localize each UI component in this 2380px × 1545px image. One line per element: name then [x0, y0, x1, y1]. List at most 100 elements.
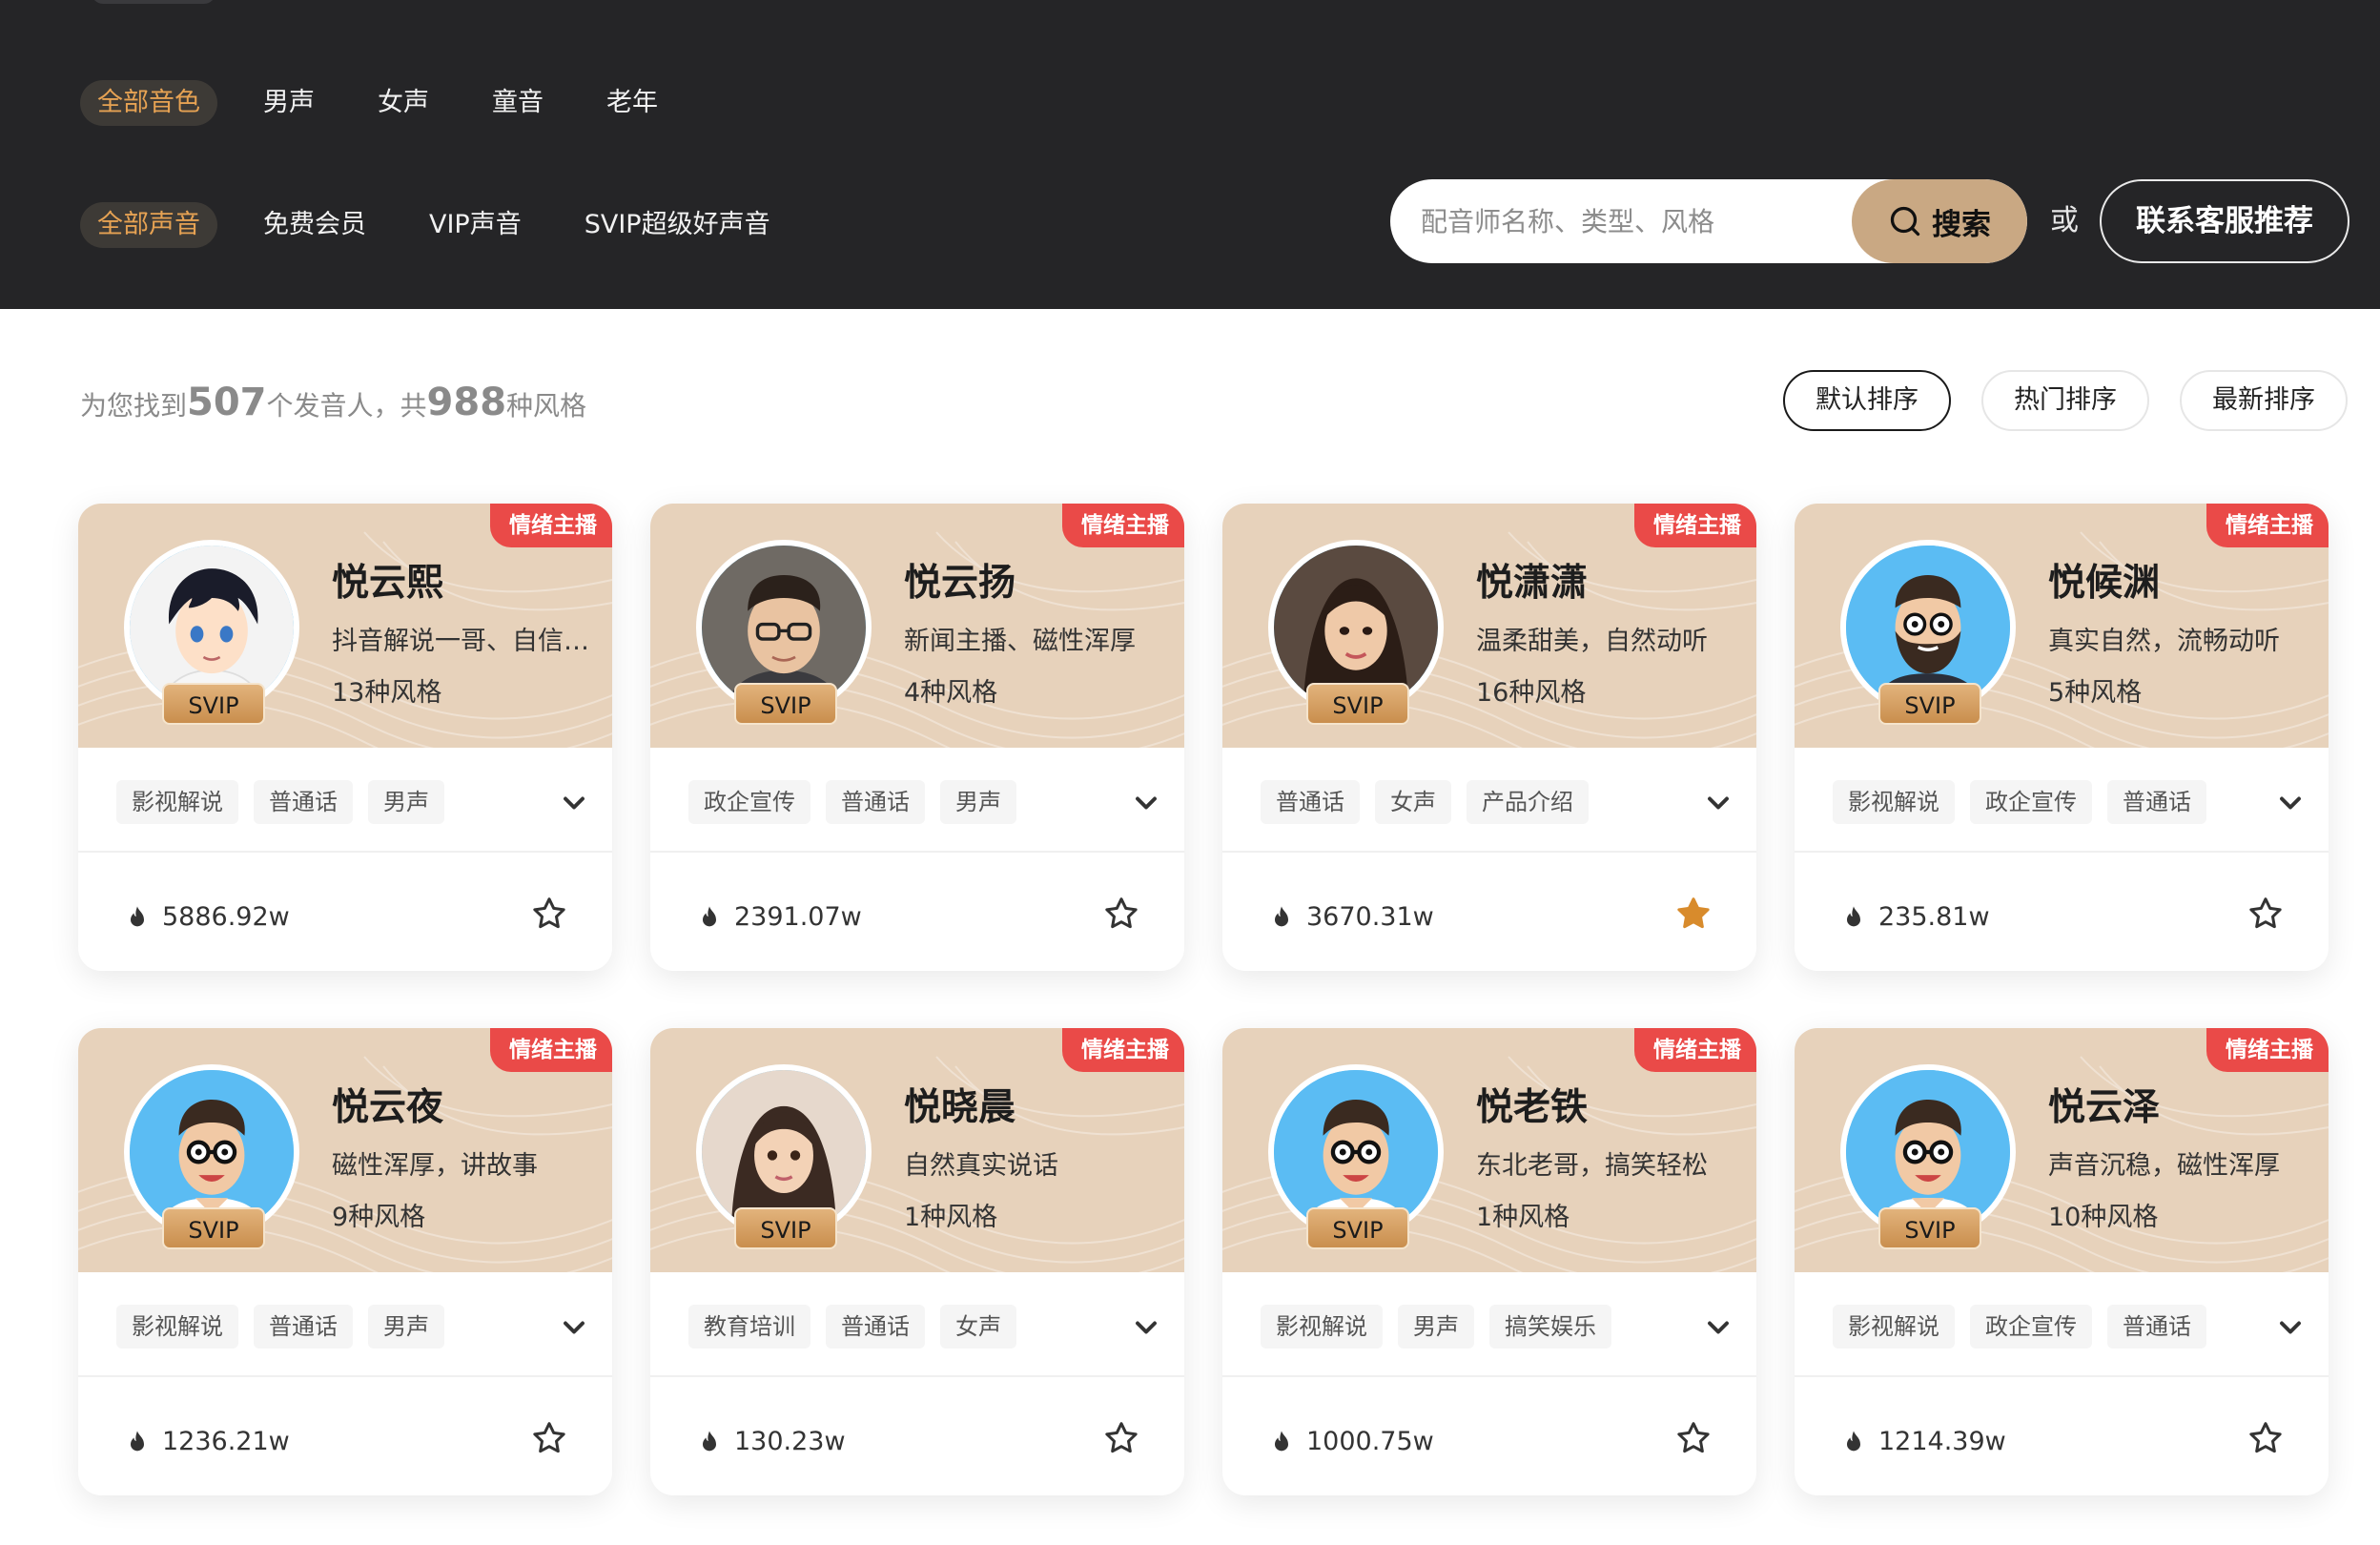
card-header: 情绪主播 SVIP 悦云熙 抖音解说一哥、自信阳光 13种风格: [78, 504, 612, 748]
chevron-down-icon[interactable]: [1701, 1310, 1735, 1345]
chevron-down-icon[interactable]: [557, 1310, 591, 1345]
card-divider: [78, 851, 612, 853]
voice-card[interactable]: 情绪主播 SVIP 悦候渊 真实自然，流畅动听 5种风格 影视解说 政企宣传 普通话…: [1795, 504, 2329, 971]
sort-newest-button[interactable]: 最新排序: [2180, 370, 2348, 431]
search-button-label: 搜索: [1932, 207, 1991, 242]
star-icon[interactable]: [2247, 1419, 2285, 1457]
star-icon[interactable]: [530, 895, 568, 933]
tier-badge: SVIP: [162, 1207, 265, 1249]
chevron-down-icon[interactable]: [2273, 1310, 2308, 1345]
voice-tag: 政企宣传: [1970, 1305, 2092, 1349]
star-icon[interactable]: [1674, 1419, 1713, 1457]
filter-svip[interactable]: SVIP超级好声音: [567, 202, 788, 248]
card-header: 情绪主播 SVIP 悦晓晨 自然真实说话 1种风格: [650, 1028, 1184, 1272]
style-count-label: 9种风格: [332, 1203, 426, 1232]
voice-description: 声音沉稳，磁性浑厚: [2048, 1151, 2280, 1181]
voice-name: 悦潇潇: [1476, 562, 1589, 605]
play-count-value: 5886.92w: [162, 902, 290, 932]
speaker-count: 507: [187, 381, 267, 424]
tier-badge: SVIP: [1878, 1207, 1981, 1249]
search-input[interactable]: [1390, 179, 1848, 263]
filter-female[interactable]: 女声: [360, 80, 446, 126]
filter-free-member[interactable]: 免费会员: [246, 202, 383, 248]
timbre-filter-row: 全部音色 男声 女声 童音 老年: [80, 80, 704, 126]
flame-icon: [131, 1430, 144, 1451]
star-icon[interactable]: [1102, 895, 1140, 933]
voice-name: 悦云扬: [904, 562, 1016, 605]
chevron-down-icon[interactable]: [1701, 786, 1735, 820]
voice-description: 磁性浑厚，讲故事: [332, 1151, 538, 1181]
star-icon[interactable]: [1102, 1419, 1140, 1457]
sort-default-button[interactable]: 默认排序: [1783, 370, 1951, 431]
header-top-element: [92, 0, 215, 4]
filter-all-voices[interactable]: 全部声音: [80, 202, 217, 248]
voice-card[interactable]: 情绪主播 SVIP 悦云熙 抖音解说一哥、自信阳光 13种风格 影视解说 普通话男…: [78, 504, 612, 971]
voice-description: 新闻主播、磁性浑厚: [904, 627, 1136, 656]
filter-header: 全部音色 男声 女声 童音 老年 全部声音 免费会员 VIP声音 SVIP超级好…: [0, 0, 2380, 309]
play-count: 1000.75w: [1268, 1427, 1434, 1456]
voice-description: 真实自然，流畅动听: [2048, 627, 2280, 656]
play-count-value: 1000.75w: [1306, 1427, 1434, 1456]
chevron-down-icon[interactable]: [1129, 786, 1163, 820]
chevron-down-icon[interactable]: [1129, 1310, 1163, 1345]
category-badge: 情绪主播: [490, 504, 612, 547]
search-button[interactable]: 搜索: [1852, 179, 2027, 263]
play-count-value: 235.81w: [1878, 902, 1990, 932]
card-header: 情绪主播 SVIP 悦老铁 东北老哥，搞笑轻松 1种风格: [1222, 1028, 1756, 1272]
card-divider: [1795, 851, 2329, 853]
filter-vip[interactable]: VIP声音: [412, 202, 539, 248]
voice-name: 悦晓晨: [904, 1086, 1016, 1129]
chevron-down-icon[interactable]: [557, 786, 591, 820]
tier-filter-row: 全部声音 免费会员 VIP声音 SVIP超级好声音: [80, 202, 816, 248]
tier-badge: SVIP: [1306, 1207, 1409, 1249]
voice-card[interactable]: 情绪主播 SVIP 悦晓晨 自然真实说话 1种风格 教育培训 普通话 女声 130.…: [650, 1028, 1184, 1495]
tier-badge: SVIP: [734, 1207, 837, 1249]
voice-tag: 普通话: [826, 1305, 925, 1349]
voice-tag: 教育培训: [688, 1305, 810, 1349]
voice-tag: 普通话: [2107, 1305, 2206, 1349]
voice-tag: 男声: [1398, 1305, 1474, 1349]
filter-male[interactable]: 男声: [246, 80, 332, 126]
play-count: 5886.92w: [124, 902, 290, 932]
flame-icon: [1275, 905, 1288, 926]
voice-card[interactable]: 情绪主播 SVIP 悦云扬 新闻主播、磁性浑厚 4种风格 政企宣传 普通话 男声 2…: [650, 504, 1184, 971]
card-header: 情绪主播 SVIP 悦潇潇 温柔甜美，自然动听 16种风格: [1222, 504, 1756, 748]
chevron-down-icon[interactable]: [2273, 786, 2308, 820]
style-count-label: 10种风格: [2048, 1203, 2159, 1232]
filter-child[interactable]: 童音: [475, 80, 561, 126]
voice-card[interactable]: 情绪主播 SVIP 悦老铁 东北老哥，搞笑轻松 1种风格 影视解说 男声 搞笑娱乐 …: [1222, 1028, 1756, 1495]
star-icon[interactable]: [1674, 895, 1713, 933]
voice-tag: 女声: [1375, 780, 1451, 824]
voice-description: 东北老哥，搞笑轻松: [1476, 1151, 1708, 1181]
voice-description: 抖音解说一哥、自信阳光: [332, 627, 589, 656]
voice-tag: 产品介绍: [1467, 780, 1589, 824]
play-count: 3670.31w: [1268, 902, 1434, 932]
tag-list: 影视解说 男声 搞笑娱乐: [1261, 1305, 1611, 1349]
play-count-value: 130.23w: [734, 1427, 846, 1456]
star-icon[interactable]: [530, 1419, 568, 1457]
contact-support-button[interactable]: 联系客服推荐: [2100, 179, 2349, 263]
filter-all-timbre[interactable]: 全部音色: [80, 80, 217, 126]
sort-popular-button[interactable]: 热门排序: [1981, 370, 2149, 431]
star-icon[interactable]: [2247, 895, 2285, 933]
voice-card[interactable]: 情绪主播 SVIP 悦云泽 声音沉稳，磁性浑厚 10种风格 影视解说 政企宣传 普通…: [1795, 1028, 2329, 1495]
category-badge: 情绪主播: [1062, 504, 1184, 547]
flame-icon: [1847, 905, 1860, 926]
card-divider: [1222, 851, 1756, 853]
play-count: 1236.21w: [124, 1427, 290, 1456]
flame-icon: [1275, 1430, 1288, 1451]
result-suffix: 种风格: [506, 390, 587, 422]
voice-name: 悦云熙: [332, 562, 444, 605]
play-count: 130.23w: [696, 1427, 846, 1456]
tag-list: 普通话 女声 产品介绍: [1261, 780, 1589, 824]
voice-name: 悦候渊: [2048, 562, 2161, 605]
flame-icon: [131, 905, 144, 926]
voice-card[interactable]: 情绪主播 SVIP 悦云夜 磁性浑厚，讲故事 9种风格 影视解说 普通话 男声 12…: [78, 1028, 612, 1495]
card-header: 情绪主播 SVIP 悦云泽 声音沉稳，磁性浑厚 10种风格: [1795, 1028, 2329, 1272]
voice-card[interactable]: 情绪主播 SVIP 悦潇潇 温柔甜美，自然动听 16种风格 普通话 女声 产品介绍 …: [1222, 504, 1756, 971]
play-count: 1214.39w: [1840, 1427, 2006, 1456]
play-count: 235.81w: [1840, 902, 1990, 932]
play-count-value: 1236.21w: [162, 1427, 290, 1456]
tier-badge: SVIP: [1878, 683, 1981, 725]
filter-elderly[interactable]: 老年: [589, 80, 675, 126]
